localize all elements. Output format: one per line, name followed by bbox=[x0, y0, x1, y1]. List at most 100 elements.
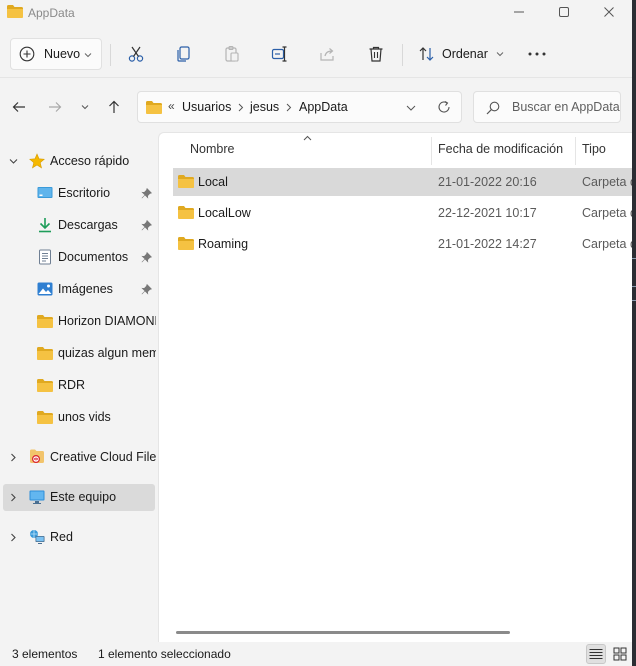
table-row[interactable]: Local 21-01-2022 20:16 Carpeta de archiv… bbox=[173, 168, 632, 196]
chevron-right-icon[interactable] bbox=[9, 533, 18, 542]
folder-icon bbox=[178, 175, 194, 188]
details-view-icon bbox=[589, 648, 603, 660]
pin-icon[interactable] bbox=[141, 188, 152, 199]
sidebar-item-label: Imágenes bbox=[58, 282, 113, 296]
tiles-view-button[interactable] bbox=[610, 644, 630, 664]
folder-icon bbox=[37, 347, 53, 360]
maximize-button[interactable] bbox=[541, 0, 587, 24]
column-header-modified[interactable]: Fecha de modificación bbox=[438, 133, 563, 165]
folder-icon bbox=[37, 411, 53, 424]
new-button-label: Nuevo bbox=[44, 47, 81, 61]
horizontal-scrollbar[interactable] bbox=[176, 631, 510, 634]
sort-icon bbox=[419, 47, 434, 61]
back-button[interactable] bbox=[9, 97, 29, 117]
sidebar-item-label: Este equipo bbox=[50, 490, 117, 504]
paste-button[interactable] bbox=[222, 44, 242, 64]
chevron-right-icon[interactable] bbox=[286, 103, 292, 112]
sidebar-item-documents[interactable]: Documentos bbox=[0, 244, 158, 271]
chevron-right-icon[interactable] bbox=[9, 453, 18, 462]
copy-button[interactable] bbox=[174, 44, 194, 64]
details-view-button[interactable] bbox=[586, 644, 606, 664]
pin-icon[interactable] bbox=[141, 220, 152, 231]
sidebar-item-folder[interactable]: quizas algun mem bbox=[0, 340, 158, 367]
computer-icon bbox=[29, 490, 45, 504]
chevron-down-icon bbox=[81, 105, 89, 110]
sidebar-item-this-pc[interactable]: Este equipo bbox=[3, 484, 155, 511]
chevron-right-icon[interactable] bbox=[238, 103, 244, 112]
more-options-button[interactable] bbox=[526, 44, 548, 64]
column-header-label: Fecha de modificación bbox=[438, 142, 564, 156]
breadcrumb-item[interactable]: AppData bbox=[299, 100, 348, 114]
rename-button[interactable] bbox=[270, 44, 290, 64]
file-modified: 21-01-2022 20:16 bbox=[438, 175, 537, 189]
search-input[interactable] bbox=[512, 98, 620, 116]
minimize-button[interactable] bbox=[496, 0, 542, 24]
table-row[interactable]: Roaming 21-01-2022 14:27 Carpeta de arch… bbox=[173, 230, 632, 258]
up-button[interactable] bbox=[104, 97, 124, 117]
sidebar-item-label: Escritorio bbox=[58, 186, 111, 200]
column-resize-handle[interactable] bbox=[431, 137, 432, 165]
desktop-icon bbox=[37, 187, 53, 198]
new-button[interactable]: Nuevo bbox=[10, 38, 102, 70]
chevron-right-icon[interactable] bbox=[9, 493, 18, 502]
creative-cloud-icon bbox=[30, 449, 44, 464]
breadcrumb-item[interactable]: Usuarios bbox=[182, 100, 231, 114]
sidebar-item-label: RDR bbox=[58, 378, 86, 392]
scissors-icon bbox=[128, 46, 144, 62]
rename-icon bbox=[271, 46, 287, 62]
address-row: « Usuarios jesus AppData bbox=[0, 82, 632, 132]
chevron-down-icon[interactable] bbox=[9, 157, 18, 166]
file-name: LocalLow bbox=[198, 206, 251, 220]
sort-ascending-icon bbox=[303, 135, 312, 141]
close-icon bbox=[604, 7, 614, 17]
pin-icon[interactable] bbox=[141, 252, 152, 263]
delete-button[interactable] bbox=[366, 44, 386, 64]
arrow-left-icon bbox=[12, 102, 25, 112]
paste-icon bbox=[225, 45, 239, 62]
refresh-icon[interactable] bbox=[437, 100, 451, 114]
arrow-up-icon bbox=[109, 100, 119, 113]
title-bar[interactable]: AppData bbox=[0, 0, 632, 26]
column-resize-handle[interactable] bbox=[575, 137, 576, 165]
breadcrumb-item[interactable]: jesus bbox=[250, 100, 279, 114]
sidebar-item-folder[interactable]: Horizon DIAMOND bbox=[0, 308, 158, 335]
search-box[interactable] bbox=[473, 91, 621, 123]
arrow-right-icon bbox=[49, 102, 62, 112]
breadcrumb-overflow[interactable]: « bbox=[168, 99, 175, 113]
column-header-type[interactable]: Tipo bbox=[582, 133, 606, 165]
chevron-down-icon[interactable] bbox=[406, 104, 416, 112]
star-icon bbox=[29, 153, 45, 169]
recent-locations-button[interactable] bbox=[75, 97, 95, 117]
sidebar-item-quick-access[interactable]: Acceso rápido bbox=[0, 148, 158, 175]
sidebar-item-desktop[interactable]: Escritorio bbox=[0, 180, 158, 207]
more-icon bbox=[528, 52, 546, 56]
pin-icon[interactable] bbox=[141, 284, 152, 295]
sidebar-item-creative-cloud[interactable]: Creative Cloud Files bbox=[0, 444, 158, 471]
sidebar-item-label: Documentos bbox=[58, 250, 129, 264]
sidebar-item-folder[interactable]: unos vids bbox=[0, 404, 158, 431]
sidebar-item-label: quizas algun mem bbox=[58, 346, 156, 360]
close-button[interactable] bbox=[586, 0, 632, 24]
sidebar-item-label: Creative Cloud Files bbox=[50, 450, 156, 464]
folder-icon bbox=[37, 379, 53, 392]
desktop-background-strip bbox=[632, 0, 636, 666]
sidebar-item-network[interactable]: Red bbox=[0, 524, 158, 551]
sidebar-item-label: Red bbox=[50, 530, 73, 544]
sidebar-item-folder[interactable]: RDR bbox=[0, 372, 158, 399]
network-icon bbox=[30, 530, 45, 544]
column-header-name[interactable]: Nombre bbox=[190, 133, 234, 165]
sidebar-item-label: Horizon DIAMOND bbox=[58, 314, 156, 328]
sort-button[interactable]: Ordenar bbox=[418, 43, 504, 65]
file-type: Carpeta de archivos bbox=[582, 237, 632, 251]
address-bar[interactable]: « Usuarios jesus AppData bbox=[137, 91, 462, 123]
toolbar-divider bbox=[110, 44, 111, 66]
file-name: Local bbox=[198, 175, 228, 189]
cut-button[interactable] bbox=[126, 44, 146, 64]
sidebar-item-downloads[interactable]: Descargas bbox=[0, 212, 158, 239]
file-list: Nombre Fecha de modificación Tipo Local … bbox=[158, 132, 632, 642]
file-type: Carpeta de archivos bbox=[582, 206, 632, 220]
table-row[interactable]: LocalLow 22-12-2021 10:17 Carpeta de arc… bbox=[173, 199, 632, 227]
forward-button[interactable] bbox=[45, 97, 65, 117]
share-button[interactable] bbox=[318, 44, 338, 64]
sidebar-item-pictures[interactable]: Imágenes bbox=[0, 276, 158, 303]
